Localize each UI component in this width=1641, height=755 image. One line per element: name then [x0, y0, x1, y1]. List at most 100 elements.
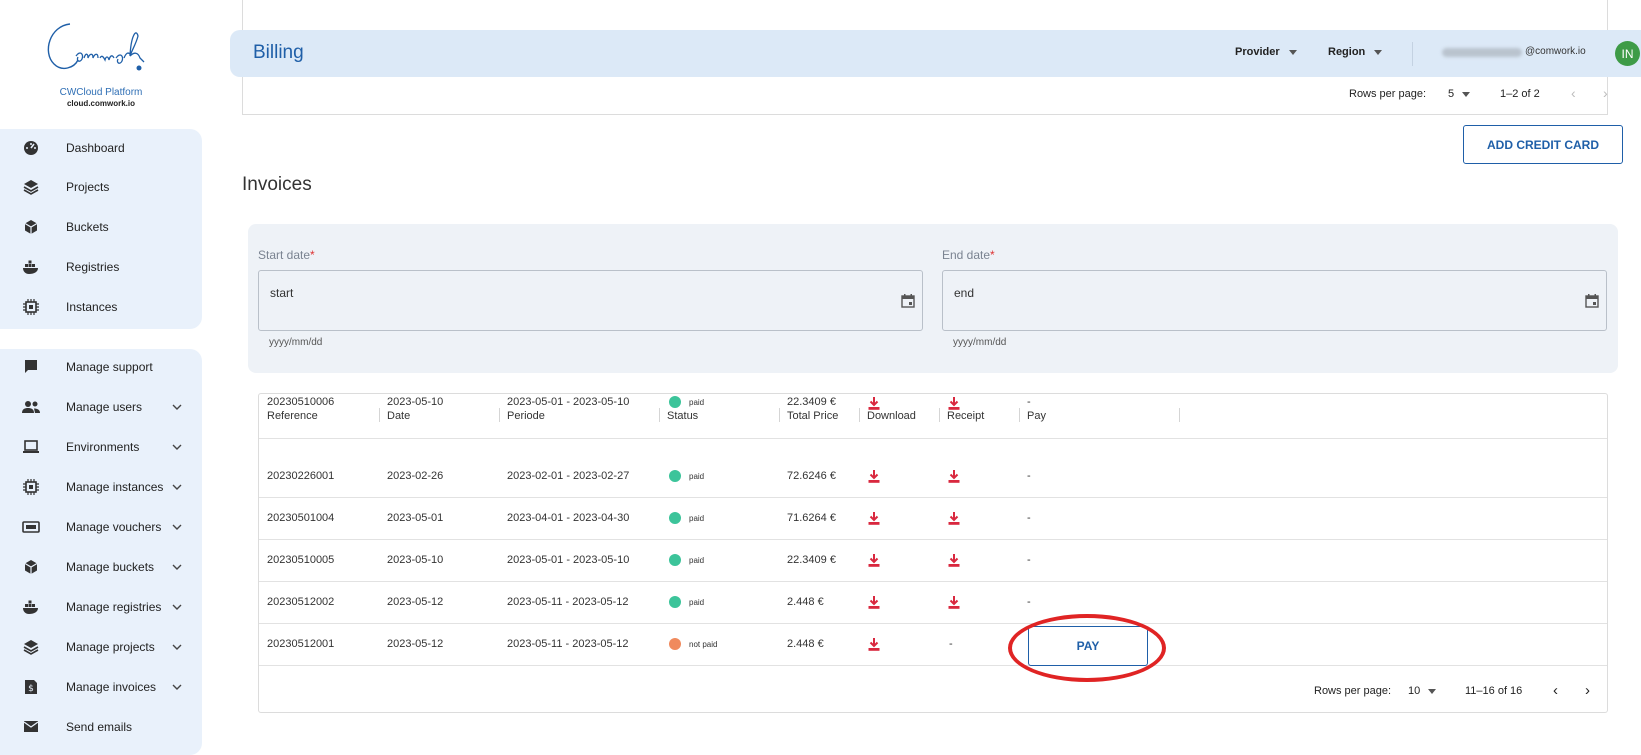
invoice-reference: 20230226001	[267, 470, 335, 482]
invoice-period: 2023-05-11 - 2023-05-12	[507, 596, 629, 608]
invoice-reference: 20230510005	[267, 554, 335, 566]
download-icon[interactable]	[867, 553, 881, 567]
rows-per-page-select[interactable]: 10	[1408, 685, 1437, 697]
sidebar-item-manage-invoices[interactable]: $ Manage invoices	[0, 669, 202, 705]
sidebar-item-label: Manage vouchers	[66, 520, 162, 534]
download-icon[interactable]	[867, 595, 881, 609]
chevron-down-icon	[172, 482, 182, 493]
download-icon[interactable]	[867, 637, 881, 651]
next-page-icon[interactable]: ›	[1603, 85, 1608, 101]
sidebar-item-manage-users[interactable]: Manage users	[0, 389, 202, 425]
sidebar-item-manage-vouchers[interactable]: Manage vouchers	[0, 509, 202, 545]
comwork-logo	[47, 23, 145, 71]
sidebar-item-manage-registries[interactable]: Manage registries	[0, 589, 202, 625]
invoice-icon: $	[22, 678, 40, 696]
prev-page-icon[interactable]: ‹	[1553, 682, 1558, 699]
rows-per-page-select[interactable]: 5	[1448, 88, 1471, 100]
end-date-input[interactable]: end	[942, 270, 1607, 331]
admin-nav: Manage support Manage users Environments…	[0, 349, 202, 755]
calendar-icon[interactable]	[1584, 293, 1600, 309]
sidebar-item-label: Instances	[66, 300, 118, 314]
sidebar-item-label: Manage buckets	[66, 560, 155, 574]
status-text: paid	[689, 471, 705, 481]
invoice-date: 2023-02-26	[387, 470, 444, 482]
invoice-total-price: 22.3409 €	[787, 396, 836, 408]
caret-down-icon	[1374, 49, 1383, 55]
caret-down-icon	[1462, 91, 1471, 97]
status-badge: paid	[669, 512, 704, 524]
receipt-download-icon[interactable]	[947, 595, 961, 609]
pay-empty: -	[1027, 470, 1031, 482]
status-badge: paid	[669, 596, 704, 608]
invoice-period: 2023-04-01 - 2023-04-30	[507, 512, 630, 524]
pay-empty: -	[1027, 554, 1031, 566]
receipt-download-icon[interactable]	[947, 469, 961, 483]
download-icon[interactable]	[867, 396, 881, 410]
invoice-date: 2023-05-12	[387, 596, 444, 608]
main-nav: Dashboard Projects Buckets Registries In…	[0, 129, 202, 329]
chevron-down-icon	[172, 402, 182, 413]
sidebar-item-label: Manage registries	[66, 600, 162, 614]
sidebar-item-manage-instances[interactable]: Manage instances	[0, 469, 202, 505]
pay-empty: -	[1027, 396, 1031, 408]
table-row: 20230510006 2023-05-10 2023-05-01 - 2023-0…	[259, 396, 1607, 439]
invoice-date: 2023-05-12	[387, 638, 444, 650]
table-row: 20230226001 2023-02-26 2023-02-01 - 2023-0…	[259, 456, 1607, 498]
add-credit-card-button[interactable]: ADD CREDIT CARD	[1463, 125, 1623, 164]
sidebar-item-label: Manage instances	[66, 480, 164, 494]
sidebar-item-dashboard[interactable]: Dashboard	[0, 130, 202, 166]
calendar-icon[interactable]	[900, 293, 916, 309]
sidebar-item-manage-projects[interactable]: Manage projects	[0, 629, 202, 665]
status-text: not paid	[689, 639, 718, 649]
next-page-icon[interactable]: ›	[1585, 682, 1590, 699]
download-icon[interactable]	[867, 469, 881, 483]
chevron-down-icon	[172, 682, 182, 693]
sidebar-item-label: Manage projects	[66, 640, 155, 654]
chat-icon	[22, 358, 40, 376]
sidebar-item-registries[interactable]: Registries	[0, 249, 202, 285]
chevron-down-icon	[172, 442, 182, 453]
start-date-value: start	[270, 286, 294, 300]
sidebar-item-label: Projects	[66, 180, 110, 194]
start-date-input[interactable]: start	[258, 270, 923, 331]
receipt-download-icon[interactable]	[947, 511, 961, 525]
pay-button[interactable]: PAY	[1028, 626, 1148, 666]
sidebar-item-manage-support[interactable]: Manage support	[0, 349, 202, 385]
invoice-date: 2023-05-10	[387, 554, 444, 566]
sidebar-item-label: Registries	[66, 260, 120, 274]
users-icon	[22, 398, 40, 416]
prev-page-icon[interactable]: ‹	[1571, 85, 1576, 101]
invoice-date: 2023-05-10	[387, 396, 444, 408]
sidebar-item-projects[interactable]: Projects	[0, 169, 202, 205]
layers-icon	[22, 178, 40, 196]
chip-icon	[22, 478, 40, 496]
receipt-download-icon[interactable]	[947, 553, 961, 567]
status-text: paid	[689, 597, 705, 607]
status-dot	[669, 596, 681, 608]
invoice-reference: 20230510006	[267, 396, 335, 408]
status-dot	[669, 638, 681, 650]
top-bar: Billing Provider Region @comwork.io IN	[230, 30, 1641, 77]
provider-dropdown[interactable]: Provider	[1235, 46, 1297, 58]
pagination-range: 11–16 of 16	[1465, 685, 1523, 697]
invoice-period: 2023-05-01 - 2023-05-10	[507, 554, 630, 566]
status-dot	[669, 396, 681, 408]
avatar[interactable]: IN	[1615, 41, 1640, 66]
user-email: @comwork.io	[1525, 46, 1586, 57]
dashboard-icon	[22, 139, 40, 157]
invoice-date: 2023-05-01	[387, 512, 444, 524]
sidebar-item-instances[interactable]: Instances	[0, 289, 202, 325]
caret-down-icon	[1428, 688, 1437, 694]
table-row: 20230512001 2023-05-12 2023-05-11 - 2023-0…	[259, 624, 1607, 666]
sidebar-item-buckets[interactable]: Buckets	[0, 209, 202, 245]
receipt-download-icon[interactable]	[947, 396, 961, 410]
sidebar-item-label: Manage support	[66, 360, 153, 374]
sidebar-item-manage-buckets[interactable]: Manage buckets	[0, 549, 202, 585]
mail-icon	[22, 718, 40, 736]
download-icon[interactable]	[867, 511, 881, 525]
sidebar-item-label: Dashboard	[66, 141, 125, 155]
chevron-down-icon	[172, 522, 182, 533]
sidebar-item-environments[interactable]: Environments	[0, 429, 202, 465]
sidebar-item-send-emails[interactable]: Send emails	[0, 709, 202, 745]
region-dropdown[interactable]: Region	[1328, 46, 1383, 58]
